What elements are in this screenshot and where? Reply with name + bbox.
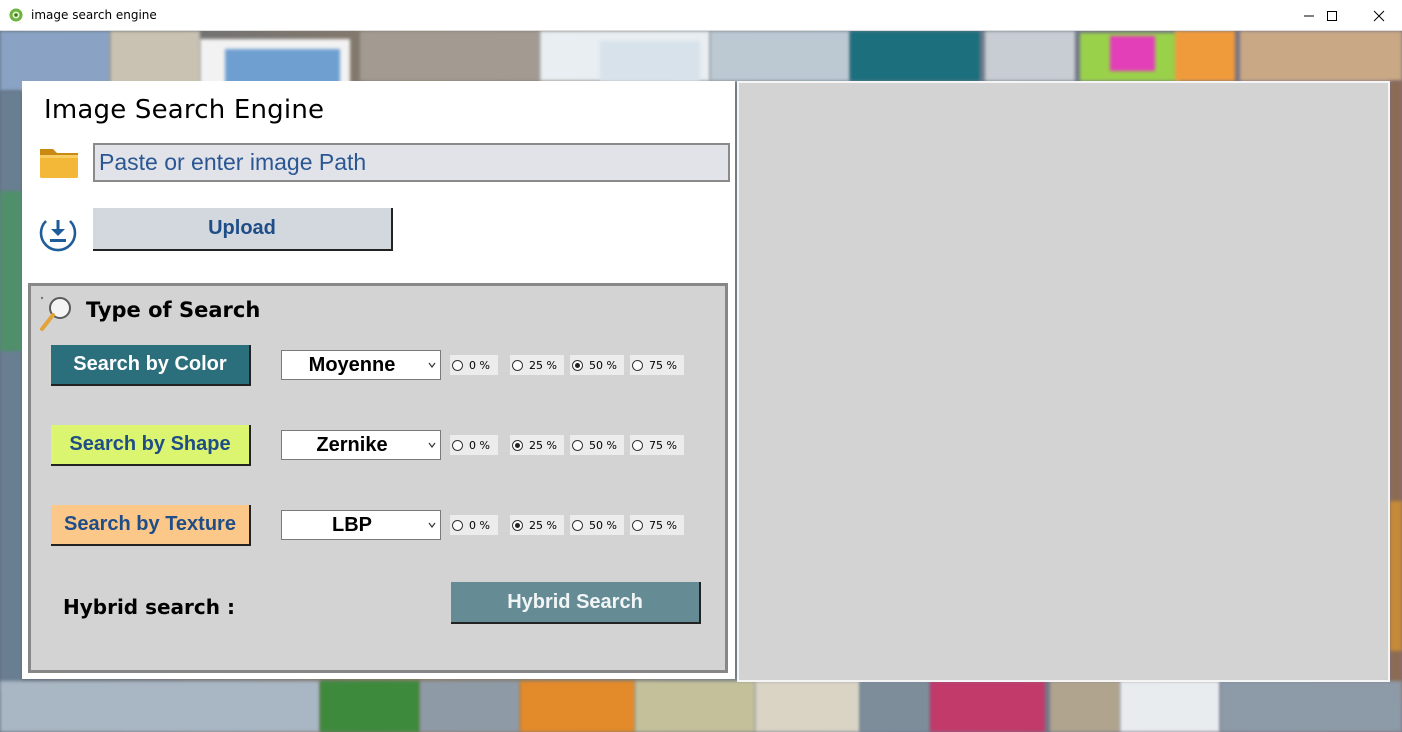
radio-label: 50 % [589,358,617,372]
results-panel [737,81,1390,682]
maximize-button[interactable] [1309,0,1355,31]
texture-weight-50[interactable]: 50 % [570,515,624,535]
radio-circle-selected [512,519,523,531]
radio-label: 25 % [529,518,557,532]
chevron-down-icon [428,362,436,368]
folder-icon[interactable] [38,144,80,180]
shape-weight-25[interactable]: 25 % [510,435,564,455]
radio-label: 25 % [529,438,557,452]
color-method-value: Moyenne [308,354,396,376]
color-weight-75[interactable]: 75 % [630,355,684,375]
chevron-down-icon [428,442,436,448]
texture-weight-75[interactable]: 75 % [630,515,684,535]
search-by-color-button[interactable]: Search by Color [51,345,251,386]
color-weight-0[interactable]: 0 % [450,355,498,375]
hybrid-search-button[interactable]: Hybrid Search [451,582,701,624]
hybrid-search-label: Hybrid search : [63,595,235,619]
radio-circle [452,439,463,451]
texture-weight-25[interactable]: 25 % [510,515,564,535]
radio-circle [452,519,463,531]
radio-label: 75 % [649,518,677,532]
type-of-search-frame: Type of Search Search by Color Moyenne 0… [28,283,728,673]
shape-weight-50[interactable]: 50 % [570,435,624,455]
window-titlebar: image search engine [0,0,1402,31]
radio-circle [452,359,463,371]
radio-label: 0 % [469,438,490,452]
color-weight-25[interactable]: 25 % [510,355,564,375]
color-method-select[interactable]: Moyenne [281,350,441,380]
upload-icon[interactable] [38,212,78,252]
app-heading: Image Search Engine [44,95,325,125]
magnifier-icon [40,296,71,331]
upload-button[interactable]: Upload [93,208,393,251]
radio-circle [512,359,523,371]
radio-label: 75 % [649,358,677,372]
texture-weight-0[interactable]: 0 % [450,515,498,535]
radio-circle [632,519,643,531]
shape-method-select[interactable]: Zernike [281,430,441,460]
texture-method-value: LBP [332,514,372,536]
radio-circle [632,359,643,371]
color-weight-50[interactable]: 50 % [570,355,624,375]
radio-circle [572,519,583,531]
radio-label: 0 % [469,518,490,532]
app-logo-icon [9,8,23,22]
radio-label: 50 % [589,438,617,452]
search-by-texture-button[interactable]: Search by Texture [51,505,251,546]
type-of-search-title: Type of Search [86,298,261,322]
chevron-down-icon [428,522,436,528]
radio-label: 25 % [529,358,557,372]
shape-method-value: Zernike [316,434,388,456]
shape-weight-0[interactable]: 0 % [450,435,498,455]
radio-circle [572,439,583,451]
radio-circle-selected [512,439,523,451]
close-button[interactable] [1356,0,1402,31]
window-title: image search engine [31,8,157,22]
image-path-input[interactable] [93,143,730,182]
radio-label: 50 % [589,518,617,532]
left-panel: Image Search Engine Upload Type of Searc… [22,81,735,679]
radio-label: 0 % [469,358,490,372]
maximize-icon [1327,10,1337,21]
search-by-shape-button[interactable]: Search by Shape [51,425,251,466]
texture-method-select[interactable]: LBP [281,510,441,540]
shape-weight-75[interactable]: 75 % [630,435,684,455]
radio-circle-selected [572,359,583,371]
radio-label: 75 % [649,438,677,452]
radio-circle [632,439,643,451]
close-icon [1373,10,1385,21]
